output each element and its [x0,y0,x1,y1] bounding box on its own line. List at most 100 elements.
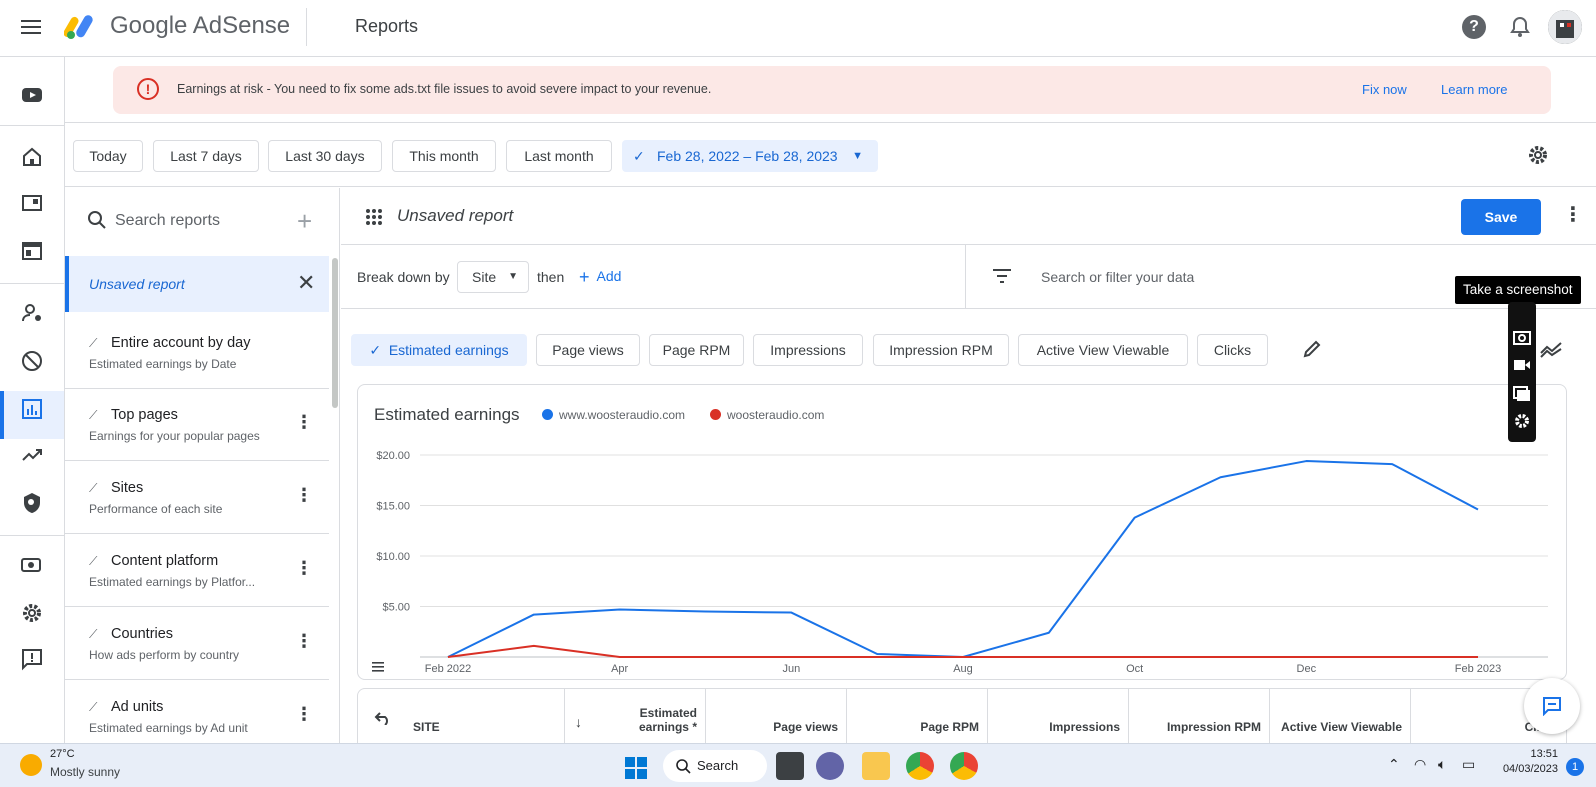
windows-start-icon[interactable] [624,756,648,780]
settings-gear-icon[interactable] [1513,412,1531,430]
column-header-active-view-viewable[interactable]: Active View Viewable [1270,689,1411,744]
date-range-bar: Today Last 7 days Last 30 days This mont… [65,122,1596,187]
optimization-trend-icon[interactable] [20,443,44,467]
notification-badge[interactable]: 1 [1566,758,1584,776]
add-dimension-button[interactable]: + Add [579,267,621,288]
report-item-subtitle: Estimated earnings by Ad unit [89,721,248,735]
edit-metrics-pencil-icon[interactable] [1301,338,1323,360]
blocking-controls-icon[interactable] [20,349,44,373]
panel-scrollbar[interactable] [332,258,338,408]
taskbar-search[interactable]: Search [663,750,767,782]
chrome-icon[interactable] [906,752,934,780]
learn-more-link[interactable]: Learn more [1441,82,1507,97]
more-vert-icon[interactable]: ⋮ [295,412,313,433]
menu-icon[interactable] [20,16,42,38]
notifications-bell-icon[interactable] [1508,15,1532,39]
payments-icon[interactable] [20,553,44,577]
column-header-page-views[interactable]: Page views [706,689,847,744]
date-chip-today[interactable]: Today [73,140,143,172]
sparkline-icon: ⟋ [89,408,98,422]
column-header-site[interactable]: SITE [358,689,565,744]
fix-now-link[interactable]: Fix now [1362,82,1407,97]
metric-chip-active-view-viewable[interactable]: Active View Viewable [1018,334,1188,366]
wifi-icon[interactable]: ◠ [1414,756,1426,773]
column-header-impression-rpm[interactable]: Impression RPM [1129,689,1270,744]
breakdown-dropdown[interactable]: Site ▼ [457,261,529,293]
date-chip-last-30-days[interactable]: Last 30 days [268,140,382,172]
chrome-profile-icon[interactable] [950,752,978,780]
report-item[interactable]: ⟋ Ad units Estimated earnings by Ad unit… [65,680,329,743]
date-range-picker[interactable]: ✓ Feb 28, 2022 – Feb 28, 2023 ▼ [622,140,878,172]
video-camera-icon[interactable] [1513,356,1531,374]
column-header-page-rpm[interactable]: Page RPM [847,689,988,744]
y-tick-label: $5.00 [382,602,410,614]
column-label: Estimated earnings * [638,706,697,734]
support-chat-button[interactable] [1524,678,1580,734]
apps-grid-icon[interactable] [365,208,383,226]
breakdown-value: Site [472,269,497,285]
camera-icon[interactable] [1513,328,1531,346]
battery-icon[interactable]: ▭ [1462,756,1475,773]
policy-center-icon[interactable] [20,491,44,515]
settings-gear-icon[interactable] [20,601,44,625]
metric-chip-estimated-earnings[interactable]: ✓ Estimated earnings [351,334,527,366]
report-item[interactable]: ⟋ Entire account by day Estimated earnin… [65,316,329,389]
metric-chip-page-rpm[interactable]: Page RPM [649,334,744,366]
windows-icon[interactable] [1513,384,1531,402]
more-vert-icon[interactable]: ⋮ [1563,202,1583,227]
more-vert-icon[interactable]: ⋮ [295,558,313,579]
feedback-icon[interactable] [20,647,44,671]
home-icon[interactable] [20,145,44,169]
reports-icon[interactable] [20,397,44,421]
more-vert-icon[interactable]: ⋮ [295,631,313,652]
undo-icon[interactable] [374,711,392,725]
report-item[interactable]: ⟋ Countries How ads perform by country ⋮ [65,607,329,680]
youtube-icon[interactable] [20,83,44,107]
avatar[interactable] [1548,10,1582,44]
report-item-unsaved[interactable]: Unsaved report ✕ [65,256,329,312]
date-chip-last-7-days[interactable]: Last 7 days [153,140,259,172]
taskbar-search-label: Search [697,758,739,773]
report-title[interactable]: Unsaved report [397,206,513,226]
x-tick-label: Apr [611,663,628,675]
search-reports[interactable]: Search reports + [65,188,339,254]
task-view-icon[interactable] [776,752,804,780]
column-header-estimated-earnings[interactable]: ↓ Estimated earnings * [565,689,706,744]
divider [965,245,966,309]
report-item[interactable]: ⟋ Sites Performance of each site ⋮ [65,461,329,534]
system-clock[interactable]: 13:51 04/03/2023 [1496,748,1558,778]
more-vert-icon[interactable]: ⋮ [295,485,313,506]
date-chip-last-month[interactable]: Last month [506,140,612,172]
teams-chat-icon[interactable] [816,752,844,780]
table-toggle-icon[interactable] [372,662,384,672]
search-reports-input[interactable]: Search reports [115,212,220,230]
column-header-impressions[interactable]: Impressions [988,689,1129,744]
column-label: Page views [773,720,838,734]
metric-chip-clicks[interactable]: Clicks [1197,334,1268,366]
weather-condition: Mostly sunny [50,765,121,779]
sites-icon[interactable] [20,191,44,215]
compare-trend-icon[interactable] [1539,339,1563,359]
save-button[interactable]: Save [1461,199,1541,235]
volume-icon[interactable]: 🔈︎ [1438,756,1446,773]
weather-sun-icon[interactable] [20,754,42,776]
help-icon[interactable]: ? [1462,15,1486,39]
privacy-messaging-icon[interactable] [20,301,44,325]
report-item[interactable]: ⟋ Content platform Estimated earnings by… [65,534,329,607]
report-item-subtitle: Performance of each site [89,502,223,516]
file-explorer-icon[interactable] [862,752,890,780]
metric-chip-page-views[interactable]: Page views [536,334,640,366]
ads-txt-alert-banner: ! Earnings at risk - You need to fix som… [113,66,1551,114]
report-item[interactable]: ⟋ Top pages Earnings for your popular pa… [65,388,329,461]
filter-icon[interactable] [993,269,1011,283]
add-report-icon[interactable]: + [297,206,312,237]
chevron-up-icon[interactable]: ⌃ [1388,756,1400,773]
date-chip-this-month[interactable]: This month [392,140,496,172]
ads-icon[interactable] [20,239,44,263]
close-icon[interactable]: ✕ [297,270,315,296]
report-settings-gear-icon[interactable] [1526,143,1550,167]
metric-chip-impression-rpm[interactable]: Impression RPM [873,334,1009,366]
filter-search-input[interactable]: Search or filter your data [1041,269,1194,285]
metric-chip-impressions[interactable]: Impressions [753,334,863,366]
more-vert-icon[interactable]: ⋮ [295,704,313,725]
